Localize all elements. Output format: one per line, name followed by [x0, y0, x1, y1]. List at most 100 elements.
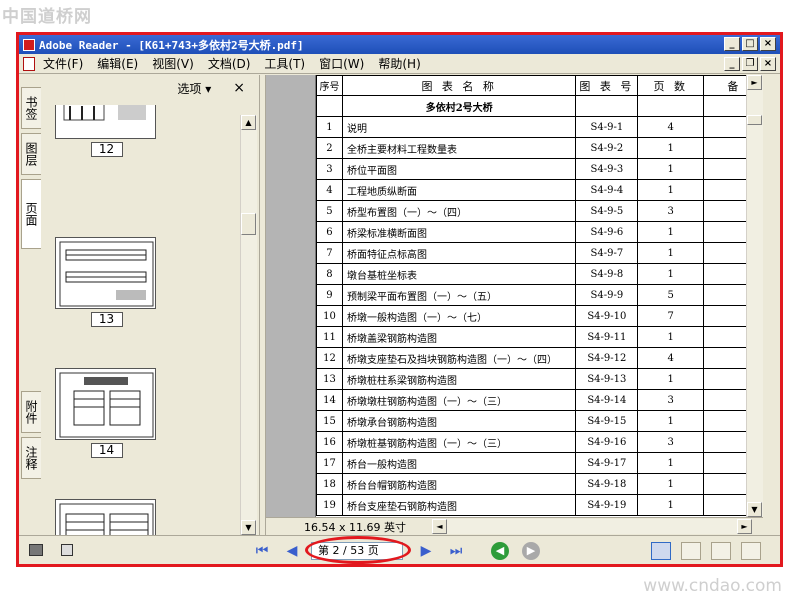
row-number: 5	[316, 200, 343, 222]
tab-layers[interactable]: 图层	[21, 133, 41, 175]
row-code: S4-9-11	[575, 326, 639, 348]
tab-pages[interactable]: 页面	[21, 179, 41, 249]
row-title: 桥墩桩柱系梁钢筋构造图	[341, 368, 577, 390]
adobe-reader-icon	[23, 38, 35, 51]
doc-close-button[interactable]: ×	[760, 57, 776, 71]
row-code: S4-9-6	[575, 221, 639, 243]
thumbnail-page-14[interactable]: 14	[55, 368, 158, 458]
first-page-icon[interactable]: ⏮	[251, 541, 273, 561]
row-code: S4-9-1	[575, 116, 639, 138]
menu-help[interactable]: 帮助(H)	[378, 55, 420, 72]
tab-bookmarks[interactable]: 书签	[21, 87, 41, 129]
menu-file[interactable]: 文件(F)	[43, 55, 83, 72]
document-view: 序号 图 表 名 称 图 表 号 页 数 备 注 多依村2号大桥 1 说明 S4-9…	[266, 75, 763, 517]
row-title: 桥墩盖梁钢筋构造图	[341, 326, 577, 348]
row-code: S4-9-2	[575, 137, 639, 159]
row-code: S4-9-13	[575, 368, 639, 390]
row-code: S4-9-16	[575, 431, 639, 453]
continuous-facing-icon[interactable]	[741, 542, 761, 560]
panel-close-icon[interactable]: ×	[233, 80, 245, 96]
table-row: 15 桥墩承台钢筋构造图 S4-9-15 1	[316, 410, 763, 432]
page-layout-icon[interactable]	[29, 544, 43, 556]
horizontal-scrollbar[interactable]: 16.54 x 11.69 英寸 ◄ ►	[266, 517, 763, 535]
doc-minimize-button[interactable]: _	[724, 57, 740, 71]
highlight-circle	[305, 536, 411, 564]
col-header-pages: 页 数	[637, 75, 705, 96]
row-pages: 5	[637, 284, 705, 306]
row-code: S4-9-19	[575, 494, 639, 516]
row-number: 11	[316, 326, 343, 348]
row-number: 12	[316, 347, 343, 369]
pages-panel: 选项 ▾ × 12 13 14 ▲ ▼	[44, 75, 259, 535]
facing-icon[interactable]	[711, 542, 731, 560]
close-button[interactable]: ×	[760, 37, 776, 51]
thumbnail-page-13[interactable]: 13	[55, 237, 158, 327]
continuous-icon[interactable]	[681, 542, 701, 560]
row-number: 19	[316, 494, 343, 516]
menu-edit[interactable]: 编辑(E)	[97, 55, 138, 72]
row-title: 桥墩承台钢筋构造图	[341, 410, 577, 432]
row-number: 9	[316, 284, 343, 306]
table-row: 14 桥墩墩柱钢筋构造图（一）～（三） S4-9-14 3	[316, 389, 763, 411]
panel-splitter[interactable]	[259, 75, 266, 535]
maximize-button[interactable]: □	[742, 37, 758, 51]
row-pages: 3	[637, 200, 705, 222]
thumbnail-graphic	[63, 105, 146, 121]
table-row: 11 桥墩盖梁钢筋构造图 S4-9-11 1	[316, 326, 763, 348]
row-code: S4-9-3	[575, 158, 639, 180]
window-title: Adobe Reader - [K61+743+多依村2号大桥.pdf]	[39, 38, 304, 52]
thumbnail-page-12[interactable]: 12	[55, 105, 158, 157]
scroll-down-icon[interactable]: ▼	[241, 520, 256, 535]
row-title: 桥型布置图（一）～（四）	[341, 200, 577, 222]
tab-comments[interactable]: 注释	[21, 437, 41, 479]
row-number: 18	[316, 473, 343, 495]
menu-view[interactable]: 视图(V)	[152, 55, 194, 72]
next-page-icon[interactable]: ▶	[415, 541, 437, 561]
go-back-icon[interactable]: ◀	[491, 542, 509, 560]
table-row: 9 预制梁平面布置图（一）～（五） S4-9-9 5	[316, 284, 763, 306]
section-row: 多依村2号大桥	[316, 95, 763, 117]
row-number: 4	[316, 179, 343, 201]
row-title: 桥台一般构造图	[341, 452, 577, 474]
row-pages: 1	[637, 179, 705, 201]
document-scrollbar[interactable]: ► ▼	[746, 75, 763, 517]
single-page-icon[interactable]	[651, 542, 671, 560]
thumbnail-scrollbar[interactable]: ▲ ▼	[240, 115, 257, 535]
row-number: 13	[316, 368, 343, 390]
row-title: 工程地质纵断面	[341, 179, 577, 201]
scrollbar-thumb[interactable]	[241, 213, 256, 235]
page-size-readout: 16.54 x 11.69 英寸	[304, 520, 406, 534]
previous-page-icon[interactable]: ◀	[281, 541, 303, 561]
row-pages: 1	[637, 494, 705, 516]
scroll-right-icon[interactable]: ►	[747, 75, 762, 90]
tab-attachments[interactable]: 附件	[21, 391, 41, 433]
hide-icon[interactable]	[61, 544, 73, 556]
row-pages: 1	[637, 137, 705, 159]
col-header-no: 序号	[316, 75, 343, 96]
thumbnail-graphic	[59, 241, 154, 307]
go-forward-icon[interactable]: ▶	[522, 542, 540, 560]
scrollbar-thumb[interactable]	[747, 115, 762, 125]
panel-options-menu[interactable]: 选项 ▾	[177, 80, 211, 97]
menu-tools[interactable]: 工具(T)	[264, 55, 305, 72]
scroll-right-icon[interactable]: ►	[737, 519, 752, 534]
row-number: 7	[316, 242, 343, 264]
row-code: S4-9-4	[575, 179, 639, 201]
thumbnail-page-15[interactable]	[55, 499, 158, 535]
scroll-left-icon[interactable]: ◄	[432, 519, 447, 534]
table-row: 2 全桥主要材料工程数量表 S4-9-2 1	[316, 137, 763, 159]
row-title: 桥墩支座垫石及挡块钢筋构造图（一）～（四）	[341, 347, 577, 369]
row-code: S4-9-7	[575, 242, 639, 264]
row-pages: 1	[637, 263, 705, 285]
table-row: 4 工程地质纵断面 S4-9-4 1	[316, 179, 763, 201]
doc-restore-button[interactable]: ❐	[742, 57, 758, 71]
menu-window[interactable]: 窗口(W)	[319, 55, 364, 72]
menu-document[interactable]: 文档(D)	[208, 55, 251, 72]
table-row: 3 桥位平面图 S4-9-3 1	[316, 158, 763, 180]
minimize-button[interactable]: _	[724, 37, 740, 51]
row-number: 1	[316, 116, 343, 138]
scroll-up-icon[interactable]: ▲	[241, 115, 256, 130]
last-page-icon[interactable]: ⏭	[445, 541, 467, 561]
app-window: Adobe Reader - [K61+743+多依村2号大桥.pdf] _ □…	[16, 32, 783, 567]
scroll-down-icon[interactable]: ▼	[747, 502, 762, 517]
